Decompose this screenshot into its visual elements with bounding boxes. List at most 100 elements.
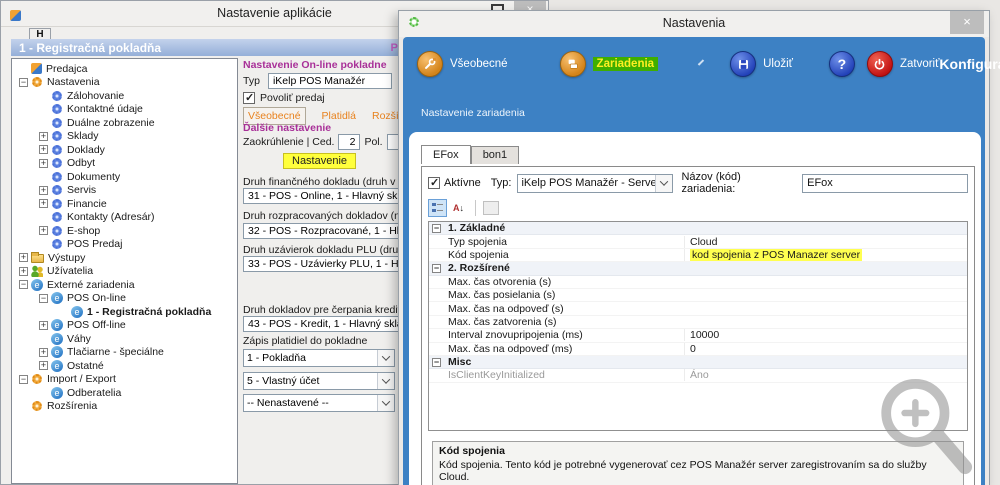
- propgrid-category-row[interactable]: −2. Rozšírené: [429, 262, 967, 275]
- property-value[interactable]: 10000: [684, 329, 967, 341]
- toolbar-vseobecne[interactable]: Všeobecné: [450, 58, 508, 70]
- tree-expander[interactable]: +: [19, 267, 28, 276]
- property-value[interactable]: kod spojenia z POS Manazer server: [684, 249, 967, 261]
- dropdown-button[interactable]: [655, 175, 672, 192]
- aktivne-checkbox[interactable]: [428, 177, 440, 189]
- tree-expander[interactable]: −: [19, 280, 28, 289]
- propgrid-property-row[interactable]: Max. čas posielania (s): [429, 289, 967, 302]
- tree-item[interactable]: +Doklady: [12, 143, 237, 157]
- propgrid-category-row[interactable]: −Misc: [429, 356, 967, 369]
- tree-item[interactable]: −Externé zariadenia: [12, 278, 237, 292]
- tree-item[interactable]: +E-shop: [12, 224, 237, 238]
- nastavenie-button[interactable]: Nastavenie: [283, 153, 356, 169]
- tree-item[interactable]: Duálne zobrazenie: [12, 116, 237, 130]
- toolbar-ulozit[interactable]: Uložiť: [763, 58, 793, 70]
- propgrid-property-row[interactable]: Typ spojeniaCloud: [429, 235, 967, 248]
- propgrid-property-row[interactable]: Kód spojeniakod spojenia z POS Manazer s…: [429, 249, 967, 262]
- propgrid-property-row[interactable]: Max. čas zatvorenia (s): [429, 316, 967, 329]
- wrench-icon[interactable]: [417, 51, 443, 77]
- propgrid-property-row[interactable]: Max. čas na odpoveď (s): [429, 302, 967, 315]
- propgrid-property-row[interactable]: IsClientKeyInitializedÁno: [429, 369, 967, 382]
- property-value[interactable]: Áno: [684, 369, 967, 381]
- tree-expander[interactable]: +: [19, 253, 28, 262]
- property-pages-icon[interactable]: [481, 199, 500, 217]
- tab-efox[interactable]: EFox: [421, 145, 471, 164]
- platidlo-select[interactable]: -- Nenastavené --: [243, 394, 395, 412]
- category-expander[interactable]: −: [429, 358, 444, 367]
- povolit-predaj-checkbox[interactable]: [243, 92, 255, 104]
- dropdown-button[interactable]: [377, 395, 394, 411]
- toolbar-dropdown-icon[interactable]: [698, 59, 704, 65]
- tree-item[interactable]: Kontakty (Adresár): [12, 211, 237, 225]
- tree-item[interactable]: Zálohovanie: [12, 89, 237, 103]
- category-expander[interactable]: −: [429, 264, 444, 273]
- tree-item[interactable]: 1 - Registračná pokladňa: [12, 305, 237, 319]
- propgrid-category-row[interactable]: −1. Základné: [429, 222, 967, 235]
- field-combobox[interactable]: 33 - POS - Uzávierky PLU, 1 - Hlavn: [243, 256, 399, 272]
- tree-item[interactable]: −Import / Export: [12, 373, 237, 387]
- tree-expander[interactable]: +: [39, 159, 48, 168]
- devices-icon[interactable]: [560, 51, 586, 77]
- propgrid-property-row[interactable]: Max. čas otvorenia (s): [429, 276, 967, 289]
- tree-expander[interactable]: +: [39, 361, 48, 370]
- tree-item[interactable]: −POS On-line: [12, 292, 237, 306]
- tree-expander[interactable]: −: [19, 375, 28, 384]
- platidlo-select[interactable]: 1 - Pokladňa: [243, 349, 395, 367]
- tree-expander[interactable]: −: [39, 294, 48, 303]
- tree-item[interactable]: +Ostatné: [12, 359, 237, 373]
- tree-item[interactable]: POS Predaj: [12, 238, 237, 252]
- tree-expander[interactable]: +: [39, 199, 48, 208]
- tree-item[interactable]: +Sklady: [12, 130, 237, 144]
- tree-expander[interactable]: +: [39, 186, 48, 195]
- tree-item[interactable]: +Tlačiarne - špeciálne: [12, 346, 237, 360]
- tree-item[interactable]: +Výstupy: [12, 251, 237, 265]
- tree-expander[interactable]: +: [39, 132, 48, 141]
- tree-item[interactable]: Dokumenty: [12, 170, 237, 184]
- tree-item[interactable]: −Nastavenia: [12, 76, 237, 90]
- tree-item[interactable]: +POS Off-line: [12, 319, 237, 333]
- dropdown-button[interactable]: [377, 373, 394, 389]
- tree-item[interactable]: +Odbyt: [12, 157, 237, 171]
- property-value[interactable]: Cloud: [684, 236, 967, 248]
- toolbar-zariadenia[interactable]: Zariadenia: [593, 57, 659, 71]
- tree-item[interactable]: +Užívatelia: [12, 265, 237, 279]
- device-name-input[interactable]: EFox: [802, 174, 968, 193]
- rounding-ced-input[interactable]: 2: [338, 134, 360, 150]
- tree-item[interactable]: +Financie: [12, 197, 237, 211]
- categorized-view-icon[interactable]: [428, 199, 447, 217]
- category-expander[interactable]: −: [429, 224, 444, 233]
- field-combobox[interactable]: 43 - POS - Kredit, 1 - Hlavný sklad: [243, 316, 399, 332]
- platidlo-select[interactable]: 5 - Vlastný účet: [243, 372, 395, 390]
- toolbar-zatvorit[interactable]: Zatvoriť: [900, 58, 939, 70]
- tree-expander[interactable]: +: [39, 321, 48, 330]
- fg-close-button[interactable]: ×: [950, 11, 984, 34]
- power-icon[interactable]: [867, 51, 893, 77]
- tree-item[interactable]: +Servis: [12, 184, 237, 198]
- dropdown-button[interactable]: [377, 350, 394, 366]
- tree-expander[interactable]: +: [39, 145, 48, 154]
- device-typ-select[interactable]: iKelp POS Manažér - Server: [517, 174, 673, 193]
- help-icon[interactable]: ?: [829, 51, 855, 77]
- tree-item[interactable]: Rozšírenia: [12, 400, 237, 414]
- tree-expander[interactable]: +: [39, 348, 48, 357]
- tab-platidla[interactable]: Platidlá: [322, 110, 356, 122]
- tree-expander[interactable]: +: [39, 226, 48, 235]
- propgrid-property-row[interactable]: Interval znovupripojenia (ms)10000: [429, 329, 967, 342]
- tree-item[interactable]: Váhy: [12, 332, 237, 346]
- save-icon[interactable]: [730, 51, 756, 77]
- tab-bon1[interactable]: bon1: [471, 146, 519, 164]
- tab-rozsirene[interactable]: Rozšírené: [372, 110, 399, 122]
- field-combobox[interactable]: 31 - POS - Online, 1 - Hlavný sklad: [243, 188, 399, 204]
- fg-title-bar[interactable]: Nastavenia ×: [399, 11, 989, 37]
- tree-item[interactable]: Kontaktné údaje: [12, 103, 237, 117]
- tree-expander[interactable]: −: [19, 78, 28, 87]
- typ-combobox[interactable]: iKelp POS Manažér: [268, 73, 392, 89]
- property-value[interactable]: 0: [684, 343, 967, 355]
- propgrid-property-row[interactable]: Max. čas na odpoveď (ms)0: [429, 343, 967, 356]
- tree-item[interactable]: Odberatelia: [12, 386, 237, 400]
- povolit-predaj-row[interactable]: Povoliť predaj: [243, 92, 325, 104]
- tree-item[interactable]: Predajca: [12, 62, 237, 76]
- e-blue-icon: [51, 387, 63, 399]
- field-combobox[interactable]: 32 - POS - Rozpracované, 1 - Hlavn: [243, 223, 399, 239]
- alphabetical-sort-icon[interactable]: A↓: [449, 199, 468, 217]
